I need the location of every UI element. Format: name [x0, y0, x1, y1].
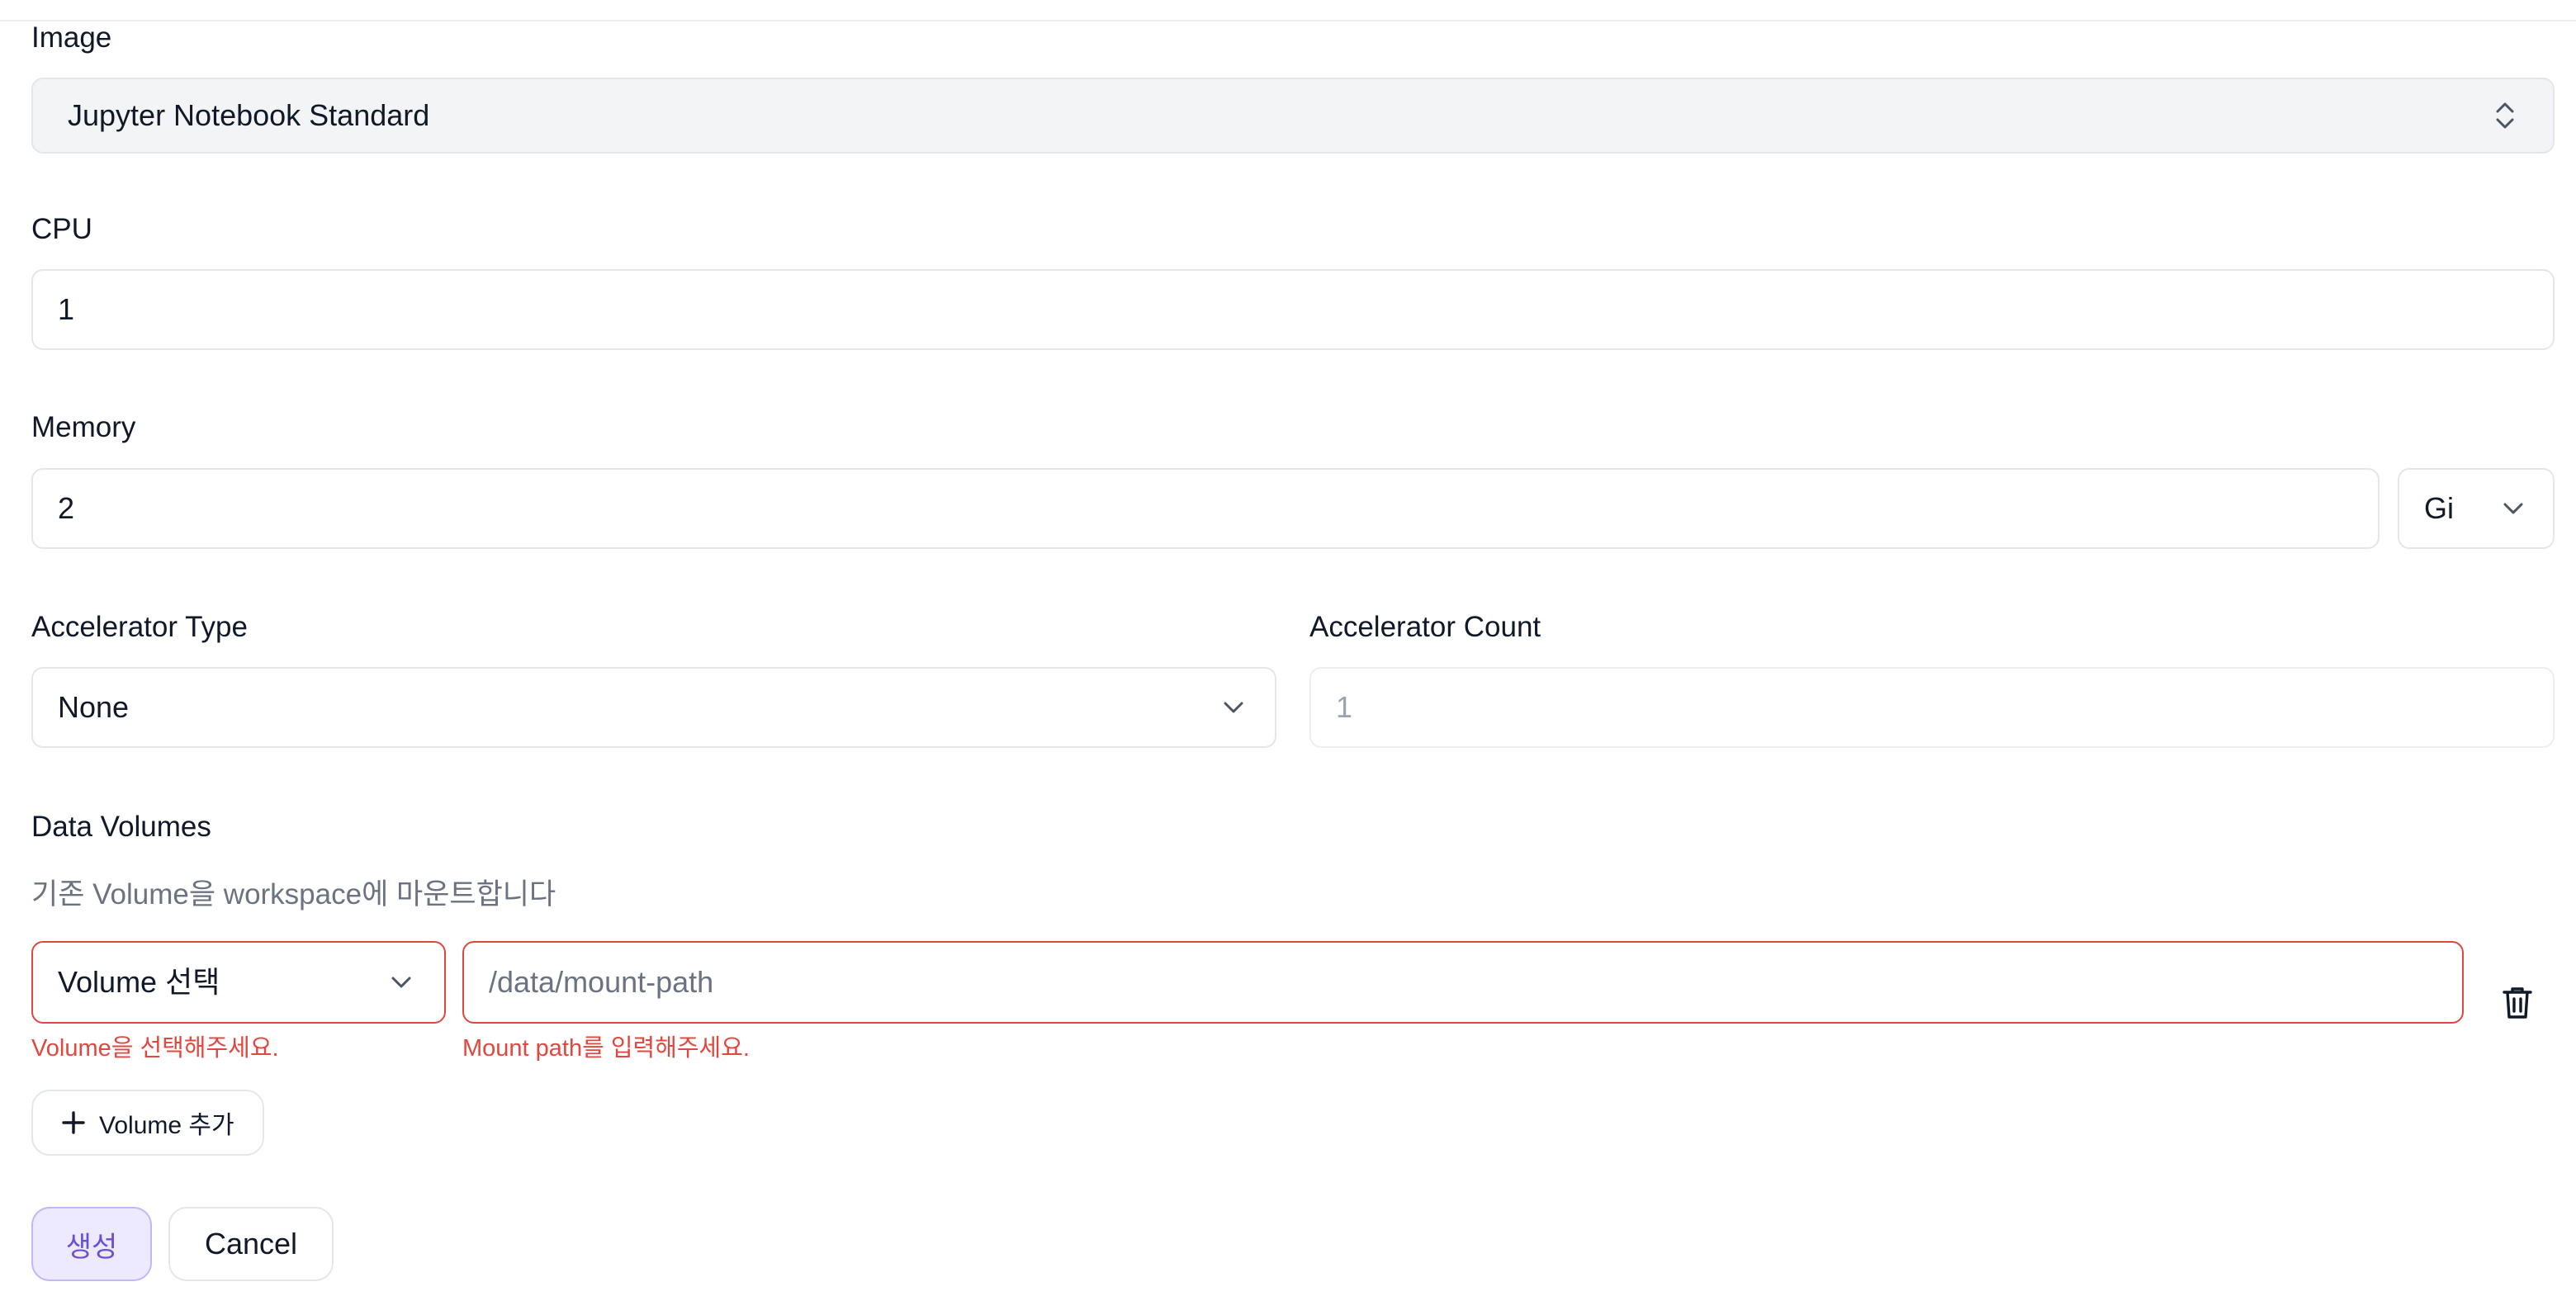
memory-unit-select[interactable]: Gi — [2398, 468, 2555, 549]
mount-path-error: Mount path를 입력해주세요. — [462, 1035, 750, 1062]
add-volume-button[interactable]: Volume 추가 — [31, 1090, 264, 1156]
chevron-down-icon — [391, 977, 411, 988]
data-volumes-label: Data Volumes — [31, 811, 211, 843]
accelerator-count-label: Accelerator Count — [1309, 611, 1541, 643]
accelerator-type-select[interactable]: None — [31, 667, 1276, 748]
image-select-value: Jupyter Notebook Standard — [68, 98, 430, 132]
cancel-button[interactable]: Cancel — [168, 1207, 334, 1281]
memory-input[interactable]: 2 — [31, 468, 2379, 549]
chevron-down-icon — [1224, 702, 1243, 713]
create-button-label: 생성 — [65, 1231, 118, 1263]
volume-select-error: Volume을 선택해주세요. — [31, 1035, 279, 1062]
accelerator-type-value: None — [58, 690, 130, 724]
mount-path-placeholder: /data/mount-path — [489, 965, 714, 999]
plus-icon — [62, 1111, 85, 1134]
accelerator-type-label: Accelerator Type — [31, 611, 248, 643]
cancel-button-label: Cancel — [204, 1227, 298, 1261]
image-label: Image — [31, 21, 112, 54]
memory-input-value: 2 — [58, 491, 75, 525]
chevron-down-icon — [2503, 503, 2523, 514]
cpu-input-value: 1 — [58, 292, 75, 326]
cpu-input[interactable]: 1 — [31, 269, 2555, 350]
accelerator-count-placeholder: 1 — [1336, 690, 1353, 724]
data-volumes-helper: 기존 Volume을 workspace에 마운트합니다 — [31, 878, 556, 911]
top-divider — [0, 0, 2576, 21]
volume-select[interactable]: Volume 선택 — [31, 941, 446, 1024]
memory-label: Memory — [31, 411, 136, 443]
create-button[interactable]: 생성 — [31, 1207, 152, 1281]
image-select[interactable]: Jupyter Notebook Standard — [31, 78, 2555, 154]
chevron-up-down-icon — [2496, 102, 2514, 129]
trash-icon[interactable] — [2502, 986, 2533, 1020]
accelerator-count-input[interactable]: 1 — [1309, 667, 2555, 748]
cpu-label: CPU — [31, 213, 92, 245]
memory-unit-value: Gi — [2424, 491, 2454, 525]
add-volume-label: Volume 추가 — [99, 1112, 234, 1139]
volume-select-value: Volume 선택 — [58, 965, 220, 999]
mount-path-input[interactable]: /data/mount-path — [462, 941, 2464, 1024]
